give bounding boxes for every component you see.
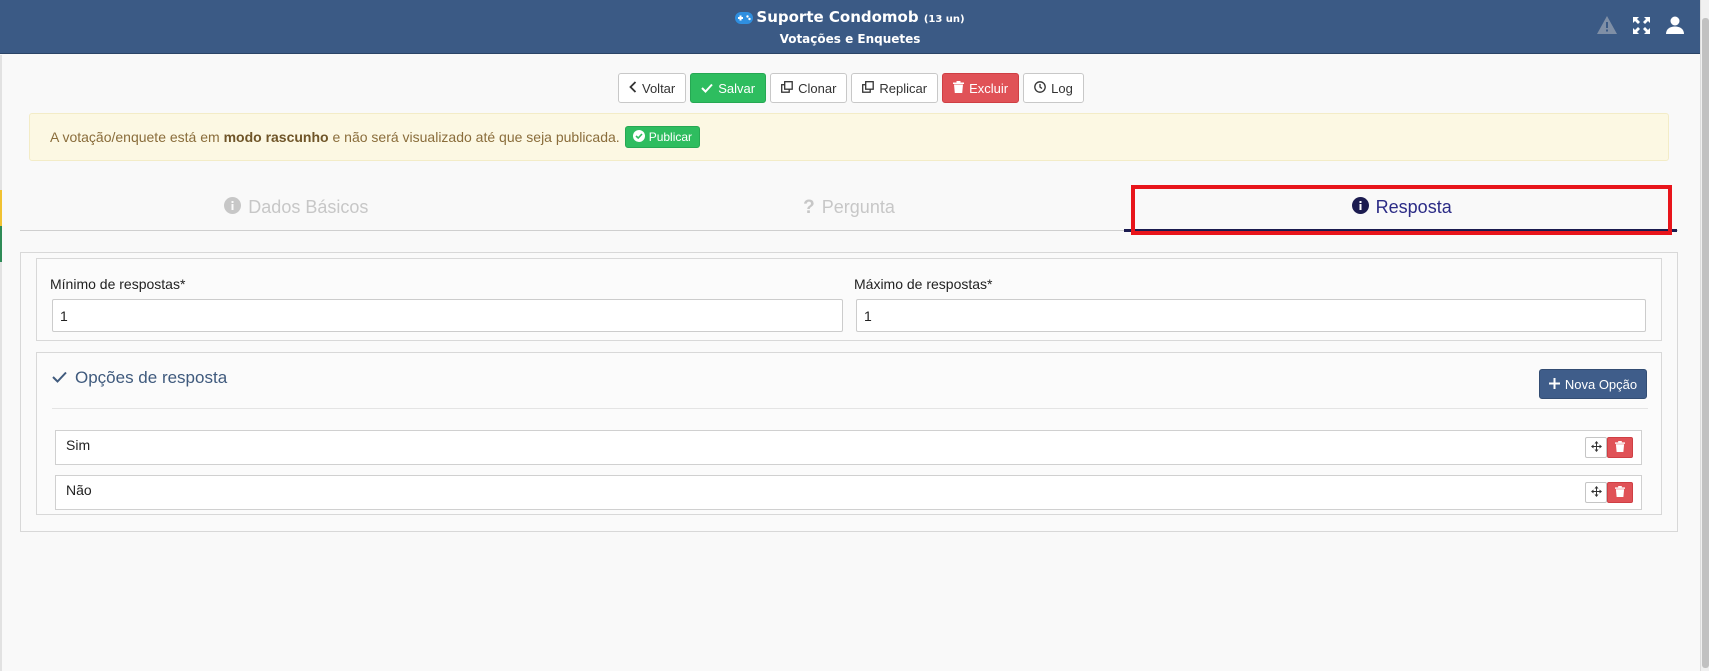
new-option-label: Nova Opção (1564, 376, 1638, 392)
log-button-label: Log (1051, 80, 1073, 96)
delete-option-button[interactable] (1607, 482, 1633, 503)
max-responses-input[interactable] (856, 299, 1646, 332)
save-button[interactable]: Salvar (690, 73, 767, 103)
min-responses-input[interactable] (52, 299, 843, 332)
scrollbar-thumb[interactable] (1702, 18, 1709, 668)
tab-resposta[interactable]: Resposta (1125, 185, 1678, 230)
tab-pergunta[interactable]: ? Pergunta (573, 185, 1126, 230)
delete-button[interactable]: Excluir (942, 73, 1020, 103)
publish-button[interactable]: Publicar (624, 126, 701, 148)
header-center: Suporte Condomob (13 un) Votações e Enqu… (0, 7, 1700, 48)
header-title: Suporte Condomob (756, 8, 919, 26)
move-icon (1590, 439, 1602, 457)
min-responses-label: Mínimo de respostas* (50, 276, 186, 292)
max-responses-label: Máximo de respostas* (854, 276, 993, 292)
header-units: (13 un) (923, 14, 965, 25)
publish-button-label: Publicar (648, 130, 693, 144)
check-circle-icon (632, 129, 645, 145)
move-button[interactable] (1585, 482, 1607, 503)
header-icons (1596, 14, 1686, 36)
check-icon (52, 368, 67, 388)
app-header: Suporte Condomob (13 un) Votações e Enqu… (0, 0, 1700, 54)
expand-icon[interactable] (1630, 14, 1652, 36)
copy-icon (862, 80, 875, 96)
gamepad-icon (735, 9, 754, 29)
tab-dados-basicos[interactable]: Dados Básicos (20, 185, 573, 230)
clock-icon (1034, 80, 1046, 96)
replicate-button-label: Replicar (879, 80, 928, 96)
trash-icon (953, 80, 965, 96)
trash-icon (1615, 484, 1625, 502)
left-edge (0, 55, 2, 671)
delete-button-label: Excluir (969, 80, 1009, 96)
new-option-button[interactable]: Nova Opção (1539, 369, 1647, 399)
check-icon (701, 81, 713, 96)
back-button[interactable]: Voltar (618, 73, 687, 103)
trash-icon (1615, 439, 1625, 457)
chevron-left-icon (629, 80, 637, 96)
alert-suffix: e não será visualizado até que seja publ… (332, 129, 620, 145)
toolbar: Voltar Salvar Clonar Replicar Excluir Lo… (618, 73, 1084, 103)
back-button-label: Voltar (642, 80, 676, 96)
move-icon (1590, 484, 1602, 502)
tab-resposta-label: Resposta (1375, 197, 1452, 217)
alert-prefix: A votação/enquete está em (50, 129, 220, 145)
log-button[interactable]: Log (1023, 73, 1084, 103)
list-item: Sim (55, 430, 1642, 465)
tab-pergunta-label: Pergunta (821, 197, 895, 217)
active-tab-indicator (1124, 229, 1677, 232)
info-icon (224, 196, 242, 219)
option-text: Não (66, 482, 92, 498)
tab-dados-basicos-label: Dados Básicos (248, 197, 369, 217)
warning-icon[interactable] (1596, 14, 1618, 36)
info-icon (1351, 196, 1369, 219)
options-divider (52, 408, 1648, 409)
option-text: Sim (66, 437, 91, 453)
question-icon: ? (803, 196, 815, 218)
copy-icon (781, 80, 793, 96)
clone-button[interactable]: Clonar (770, 73, 848, 103)
options-title: Opções de resposta (52, 368, 227, 388)
header-title-row: Suporte Condomob (13 un) (0, 7, 1700, 30)
left-edge-accent-yellow (0, 190, 2, 226)
header-subtitle: Votações e Enquetes (779, 32, 921, 46)
alert-bold: modo rascunho (223, 129, 329, 145)
scrollbar[interactable] (1700, 0, 1709, 671)
options-title-label: Opções de resposta (75, 368, 228, 387)
list-item: Não (55, 475, 1642, 510)
move-button[interactable] (1585, 437, 1607, 458)
save-button-label: Salvar (718, 80, 756, 96)
replicate-button[interactable]: Replicar (851, 73, 939, 103)
left-edge-accent-green (0, 226, 2, 262)
user-icon[interactable] (1664, 14, 1686, 36)
delete-option-button[interactable] (1607, 437, 1633, 458)
tab-bar: Dados Básicos ? Pergunta Resposta (20, 185, 1678, 231)
clone-button-label: Clonar (798, 80, 837, 96)
draft-alert: A votação/enquete está em modo rascunho … (29, 113, 1669, 161)
plus-icon (1548, 377, 1560, 392)
